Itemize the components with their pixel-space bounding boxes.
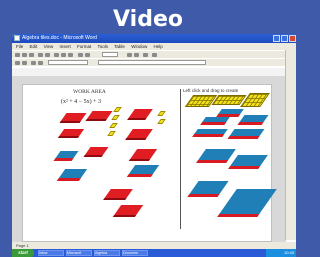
print-icon[interactable]	[38, 53, 43, 57]
red-x-tile[interactable]	[112, 205, 144, 217]
menu-view[interactable]: View	[44, 44, 54, 49]
document-page: WORK AREA (x² + 4 − 5x) + 3 Left click a…	[22, 84, 277, 242]
menu-help[interactable]: Help	[153, 44, 162, 49]
blue-x-tile[interactable]	[56, 169, 88, 181]
blue-tile-bank-item[interactable]	[237, 115, 269, 125]
stop-icon[interactable]	[31, 61, 36, 65]
system-tray-clock: 10:45	[266, 249, 296, 257]
taskbar-item[interactable]: Inbox	[38, 250, 64, 256]
red-x-tile[interactable]	[59, 113, 87, 123]
yellow-unit-tile[interactable]	[157, 111, 166, 116]
word-app-icon	[14, 35, 20, 41]
yellow-unit-tile[interactable]	[107, 131, 116, 136]
standard-toolbar	[12, 50, 296, 58]
red-x-tile[interactable]	[85, 111, 113, 121]
window-titlebar: Algebra tiles.doc - Microsoft Word	[12, 34, 296, 43]
red-x-tile[interactable]	[127, 109, 153, 120]
minimize-button[interactable]	[273, 35, 280, 42]
status-bar: Page 1	[12, 242, 296, 249]
back-icon[interactable]	[15, 61, 20, 65]
red-x-tile[interactable]	[57, 129, 85, 138]
open-icon[interactable]	[22, 53, 27, 57]
red-x-tile[interactable]	[103, 189, 133, 200]
table-icon[interactable]	[127, 53, 132, 57]
taskbar-item[interactable]: Documen	[122, 250, 148, 256]
address-field[interactable]	[98, 60, 206, 65]
blue-tile-bank-item[interactable]	[196, 149, 236, 163]
red-x-tile[interactable]	[128, 149, 158, 161]
yellow-unit-tile[interactable]	[109, 123, 118, 128]
menu-tools[interactable]: Tools	[97, 44, 108, 49]
video-banner-title: Video	[0, 0, 296, 38]
vertical-scrollbar[interactable]	[285, 50, 296, 240]
red-x-tile[interactable]	[83, 147, 109, 157]
drawing-icon[interactable]	[143, 53, 148, 57]
blue-tile-bank-item[interactable]	[187, 181, 229, 197]
address-toolbar	[12, 58, 296, 66]
yellow-unit-tile[interactable]	[111, 115, 120, 120]
blue-tile-bank-item[interactable]	[228, 155, 268, 169]
blue-x-tile[interactable]	[126, 165, 160, 177]
window-title: Algebra tiles.doc - Microsoft Word	[22, 35, 97, 41]
algebra-expression: (x² + 4 − 5x) + 3	[61, 99, 101, 105]
screen-recording-frame: Algebra tiles.doc - Microsoft Word File …	[12, 34, 296, 257]
blue-tile-bank-item[interactable]	[192, 129, 228, 137]
tile-bank-label: Left click and drag to create	[183, 88, 239, 93]
document-area: WORK AREA (x² + 4 − 5x) + 3 Left click a…	[12, 76, 286, 242]
new-doc-icon[interactable]	[15, 53, 20, 57]
menu-insert[interactable]: Insert	[60, 44, 71, 49]
menu-format[interactable]: Format	[77, 44, 91, 49]
menu-table[interactable]: Table	[114, 44, 125, 49]
windows-taskbar: start Inbox Microsoft Algebra Documen 10…	[12, 249, 296, 257]
maximize-button[interactable]	[281, 35, 288, 42]
menu-window[interactable]: Window	[131, 44, 147, 49]
page-divider	[180, 89, 181, 229]
cut-icon[interactable]	[54, 53, 59, 57]
blue-x-tile[interactable]	[53, 151, 79, 161]
start-button[interactable]: start	[12, 249, 34, 257]
red-x-tile[interactable]	[125, 129, 153, 140]
copy-icon[interactable]	[61, 53, 66, 57]
menu-edit[interactable]: Edit	[30, 44, 38, 49]
zoom-select[interactable]	[102, 52, 118, 57]
blue-tile-bank-item[interactable]	[227, 129, 265, 139]
redo-icon[interactable]	[85, 53, 90, 57]
yellow-unit-tile[interactable]	[157, 119, 166, 124]
help-icon[interactable]	[152, 53, 157, 57]
favorites-dropdown[interactable]	[48, 60, 88, 65]
save-icon[interactable]	[29, 53, 34, 57]
menu-bar: File Edit View Insert Format Tools Table…	[12, 43, 296, 50]
blue-tile-bank-item[interactable]	[217, 189, 277, 217]
blue-tile-bank-item[interactable]	[200, 117, 230, 125]
yellow-unit-tile[interactable]	[113, 107, 122, 112]
status-page: Page 1	[16, 243, 29, 248]
preview-icon[interactable]	[45, 53, 50, 57]
blue-tile-bank-item[interactable]	[216, 109, 244, 117]
yellow-x-squared-tile[interactable]	[184, 95, 218, 107]
paste-icon[interactable]	[68, 53, 73, 57]
refresh-icon[interactable]	[38, 61, 43, 65]
work-area-title: WORK AREA	[73, 89, 106, 95]
menu-file[interactable]: File	[16, 44, 23, 49]
forward-icon[interactable]	[22, 61, 27, 65]
taskbar-item[interactable]: Microsoft	[66, 250, 92, 256]
close-button[interactable]	[289, 35, 296, 42]
columns-icon[interactable]	[134, 53, 139, 57]
undo-icon[interactable]	[78, 53, 83, 57]
taskbar-item[interactable]: Algebra	[94, 250, 120, 256]
